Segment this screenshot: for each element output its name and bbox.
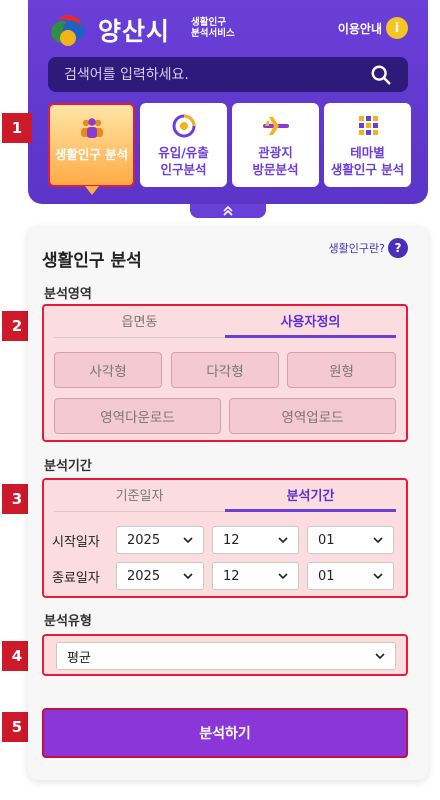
tab-reference-date[interactable]: 기준일자 xyxy=(54,484,225,512)
chevron-down-icon xyxy=(183,537,193,544)
area-download-button[interactable]: 영역다운로드 xyxy=(54,398,221,434)
airplane-icon xyxy=(262,117,289,135)
run-analysis-button[interactable]: 분석하기 xyxy=(42,708,408,758)
end-year-value: 2025 xyxy=(127,568,161,584)
polygon-button[interactable]: 다각형 xyxy=(171,352,279,388)
end-day-value: 01 xyxy=(318,568,335,584)
subtitle-line-2: 분석서비스 xyxy=(191,28,235,39)
header-panel: 양산시 생활인구 분석서비스 이용안내 i 생 xyxy=(28,0,428,204)
area-section-label: 분석영역 xyxy=(44,287,92,302)
tab-eupmyeondong[interactable]: 읍면동 xyxy=(54,310,225,338)
start-year-value: 2025 xyxy=(127,532,161,548)
menu-card-label: 유입/유출 인구분석 xyxy=(158,145,209,177)
chevron-down-icon xyxy=(375,653,385,660)
end-date-label: 종료일자 xyxy=(52,570,100,586)
end-year-select[interactable]: 2025 xyxy=(116,562,204,590)
type-box: 평균 xyxy=(42,634,408,676)
tab-user-defined[interactable]: 사용자정의 xyxy=(225,310,396,338)
search-bar xyxy=(48,57,408,92)
area-tabs: 읍면동 사용자정의 xyxy=(54,310,396,338)
analysis-type-select[interactable]: 평균 xyxy=(56,642,396,670)
menu-card-label: 관광지 방문분석 xyxy=(252,145,299,177)
grid-icon xyxy=(358,116,378,135)
menu-card-label: 테마별 생활인구 분석 xyxy=(330,145,405,177)
period-tabs: 기준일자 분석기간 xyxy=(54,484,396,512)
menu-card-inflow-outflow[interactable]: 유입/유출 인구분석 xyxy=(140,103,227,187)
city-logo-icon xyxy=(51,15,85,46)
rectangle-button[interactable]: 사각형 xyxy=(54,352,162,388)
chevron-up-double-icon xyxy=(223,206,233,216)
end-month-select[interactable]: 12 xyxy=(212,562,299,590)
menu-card-living-population[interactable]: 생활인구 분석 xyxy=(48,103,135,187)
analysis-menu: 생활인구 분석 유입/유출 인구분석 관광지 방문분석 테마별 생활인구 분석 xyxy=(48,103,411,187)
analysis-type-value: 평균 xyxy=(67,650,91,666)
question-icon: ? xyxy=(388,238,408,258)
service-subtitle: 생활인구 분석서비스 xyxy=(191,17,235,39)
start-date-row: 시작일자 2025 12 01 xyxy=(52,526,394,554)
guide-link[interactable]: 이용안내 i xyxy=(338,17,408,39)
chevron-down-icon xyxy=(183,573,193,580)
period-box: 기준일자 분석기간 시작일자 2025 12 01 종료일자 2025 12 0… xyxy=(42,478,408,598)
chevron-down-icon xyxy=(373,537,383,544)
start-month-value: 12 xyxy=(223,532,240,548)
end-day-select[interactable]: 01 xyxy=(307,562,394,590)
end-month-value: 12 xyxy=(223,568,240,584)
subtitle-line-1: 생활인구 xyxy=(191,17,226,28)
circle-button[interactable]: 원형 xyxy=(287,352,396,388)
start-month-select[interactable]: 12 xyxy=(212,526,299,554)
chevron-down-icon xyxy=(278,573,288,580)
menu-card-theme-analysis[interactable]: 테마별 생활인구 분석 xyxy=(324,103,411,187)
page-title: 생활인구 분석 xyxy=(42,251,142,271)
step-marker-1: 1 xyxy=(2,113,32,143)
menu-card-tourist-visit[interactable]: 관광지 방문분석 xyxy=(232,103,319,187)
info-icon: i xyxy=(386,17,408,39)
app-root: 양산시 생활인구 분석서비스 이용안내 i 생 xyxy=(0,0,440,800)
area-box: 읍면동 사용자정의 사각형 다각형 원형 영역다운로드 영역업로드 xyxy=(42,304,408,442)
help-label: 생활인구란? xyxy=(328,242,385,255)
start-day-select[interactable]: 01 xyxy=(307,526,394,554)
flow-icon xyxy=(172,114,195,138)
guide-label: 이용안내 xyxy=(337,21,382,36)
analysis-panel: 생활인구 분석 생활인구란? ? 분석영역 읍면동 사용자정의 사각형 다각형 … xyxy=(28,226,428,780)
menu-card-label: 생활인구 분석 xyxy=(54,147,129,162)
people-icon xyxy=(80,118,103,138)
help-link[interactable]: 생활인구란? ? xyxy=(329,238,408,258)
collapse-header-button[interactable] xyxy=(190,204,266,218)
start-date-label: 시작일자 xyxy=(52,534,100,550)
chevron-down-icon xyxy=(373,573,383,580)
start-day-value: 01 xyxy=(318,532,335,548)
end-date-row: 종료일자 2025 12 01 xyxy=(52,562,394,590)
period-section-label: 분석기간 xyxy=(44,459,92,474)
area-upload-button[interactable]: 영역업로드 xyxy=(229,398,396,434)
chevron-down-icon xyxy=(278,537,288,544)
city-name: 양산시 xyxy=(98,17,171,46)
search-input[interactable] xyxy=(64,66,370,83)
search-icon[interactable] xyxy=(370,64,392,86)
type-section-label: 분석유형 xyxy=(44,614,92,629)
start-year-select[interactable]: 2025 xyxy=(116,526,204,554)
tab-analysis-period[interactable]: 분석기간 xyxy=(225,484,396,512)
